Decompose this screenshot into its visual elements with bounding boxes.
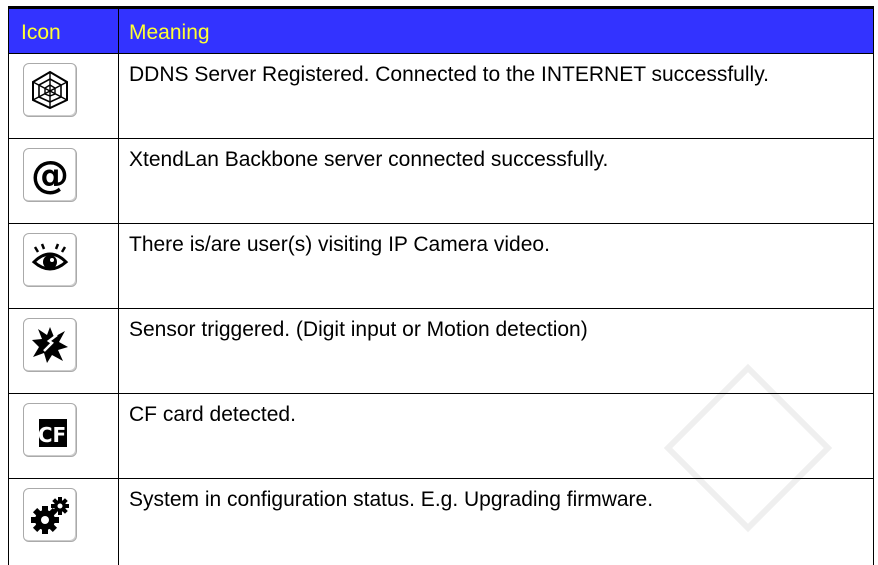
icon-cell <box>9 479 119 565</box>
table-header-row: Icon Meaning <box>9 8 874 54</box>
icon-cell: @ <box>9 139 119 224</box>
icon-column-header: Icon <box>9 8 119 54</box>
page-margin <box>0 0 6 563</box>
gears-icon <box>23 488 77 542</box>
icon-cell <box>9 309 119 394</box>
svg-text:@: @ <box>31 155 69 195</box>
table-row: @ XtendLan Backbone server connected suc… <box>9 139 874 224</box>
meaning-column-header: Meaning <box>119 8 874 54</box>
row-meaning: There is/are user(s) visiting IP Camera … <box>119 224 874 309</box>
row-meaning: DDNS Server Registered. Connected to the… <box>119 54 874 139</box>
ddns-web-icon <box>23 63 77 117</box>
cf-card-icon: CF <box>23 403 77 457</box>
icon-cell <box>9 224 119 309</box>
eye-icon <box>23 233 77 287</box>
icon-cell: CF <box>9 394 119 479</box>
svg-text:CF: CF <box>38 423 66 447</box>
table-row: There is/are user(s) visiting IP Camera … <box>9 224 874 309</box>
table-row: DDNS Server Registered. Connected to the… <box>9 54 874 139</box>
icon-cell <box>9 54 119 139</box>
at-sign-icon: @ <box>23 148 77 202</box>
row-meaning: XtendLan Backbone server connected succe… <box>119 139 874 224</box>
watermark-graphic <box>658 358 838 543</box>
sensor-triggered-icon <box>23 318 77 372</box>
